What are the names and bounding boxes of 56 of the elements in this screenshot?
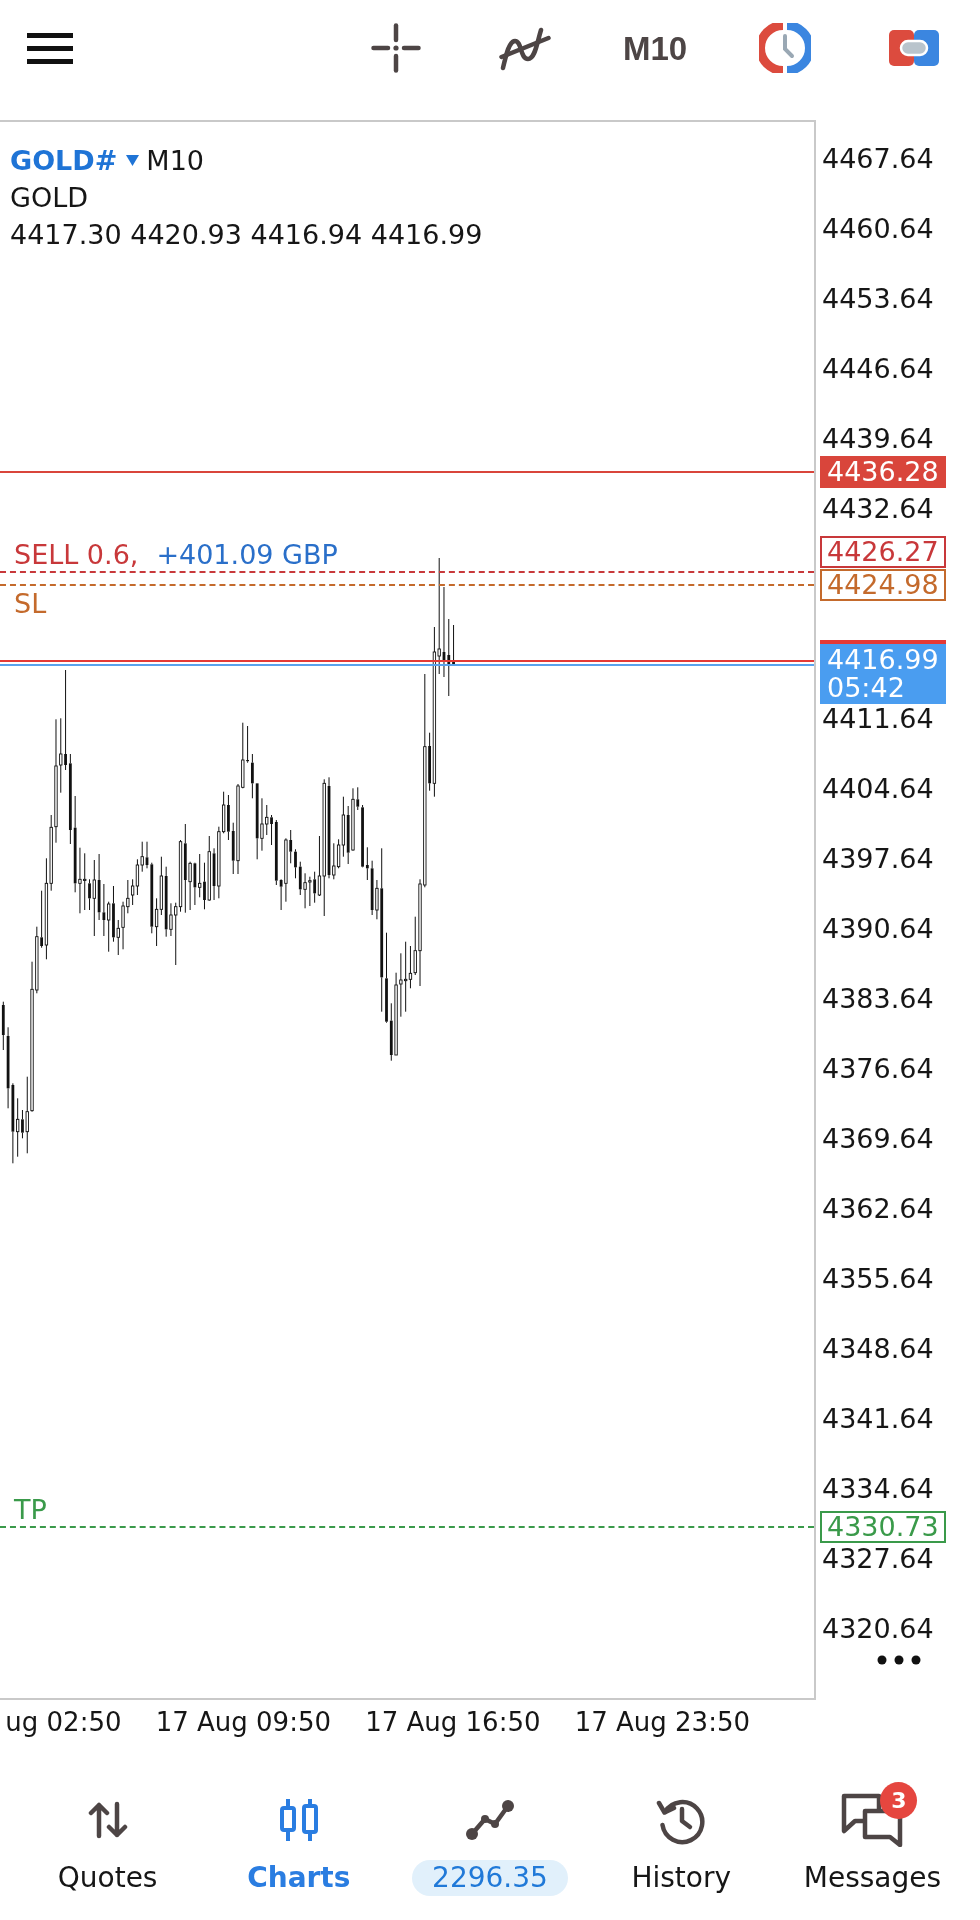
- price-label: 4426.27: [820, 535, 946, 568]
- line-chart-icon: [465, 1799, 515, 1841]
- price-tick: 4348.64: [822, 1335, 934, 1363]
- price-label: 4436.28: [820, 455, 946, 488]
- profit-value: +401.09 GBP: [156, 539, 338, 570]
- price-tick: 4446.64: [822, 355, 934, 383]
- nav-tab[interactable]: 3 Messages: [776, 1746, 968, 1920]
- price-tick: 4453.64: [822, 285, 934, 313]
- nav-tab[interactable]: Quotes: [12, 1746, 204, 1920]
- caret-icon[interactable]: [126, 155, 140, 166]
- chart-period: M10: [146, 145, 204, 176]
- price-tick: 4383.64: [822, 985, 934, 1013]
- price-tick: 4390.64: [822, 915, 934, 943]
- candlesticks-icon: [278, 1797, 319, 1843]
- balance-value: 2296.35: [412, 1860, 568, 1896]
- price-tick: 4397.64: [822, 845, 934, 873]
- price-label: 4424.98: [820, 568, 946, 601]
- price-tick: 4460.64: [822, 215, 934, 243]
- price-tick: 4432.64: [822, 495, 934, 523]
- price-tick: 4369.64: [822, 1125, 934, 1153]
- nav-tab[interactable]: History: [585, 1746, 777, 1920]
- price-line-tag: SL: [14, 588, 47, 619]
- price-tick: 4404.64: [822, 775, 934, 803]
- price-tick: 4439.64: [822, 425, 934, 453]
- price-tick: 4355.64: [822, 1265, 934, 1293]
- time-tick: ug 02:50: [5, 1707, 122, 1737]
- timeframe-button[interactable]: M10: [622, 31, 688, 65]
- price-tick: 4467.64: [822, 145, 934, 173]
- menu-icon[interactable]: [27, 32, 73, 64]
- symbol-description: GOLD: [10, 182, 88, 213]
- price-tick: 4376.64: [822, 1055, 934, 1083]
- notification-badge: 3: [880, 1782, 918, 1819]
- ohlc-values: 4417.30 4420.93 4416.94 4416.99: [10, 219, 483, 250]
- crosshair-icon[interactable]: [370, 23, 421, 73]
- bid-price: 4416.99: [827, 645, 939, 674]
- time-tick: 17 Aug 09:50: [155, 1707, 331, 1737]
- price-line-tag: SELL 0.6,: [14, 539, 139, 570]
- bar-timer: 05:42: [827, 673, 906, 702]
- wave-icon[interactable]: [499, 25, 552, 71]
- price-tick: 4341.64: [822, 1405, 934, 1433]
- price-tick: 4411.64: [822, 705, 934, 733]
- nav-tab[interactable]: Charts: [203, 1746, 395, 1920]
- tiles-icon[interactable]: [889, 30, 940, 66]
- time-tick: 17 Aug 16:50: [365, 1707, 541, 1737]
- nav-tab[interactable]: 2296.35: [394, 1746, 586, 1920]
- up-down-arrows-icon: [87, 1801, 128, 1839]
- more-icon[interactable]: [877, 1655, 921, 1665]
- clock-icon[interactable]: [758, 23, 811, 73]
- price-label: 4330.73: [820, 1511, 946, 1544]
- price-tick: 4334.64: [822, 1475, 934, 1503]
- price-tick: 4320.64: [822, 1615, 934, 1643]
- price-tick: 4362.64: [822, 1195, 934, 1223]
- symbol-name[interactable]: GOLD#: [10, 145, 118, 176]
- time-tick: 17 Aug 23:50: [574, 1707, 750, 1737]
- price-tick: 4327.64: [822, 1545, 934, 1573]
- price-line-tag: TP: [14, 1495, 47, 1526]
